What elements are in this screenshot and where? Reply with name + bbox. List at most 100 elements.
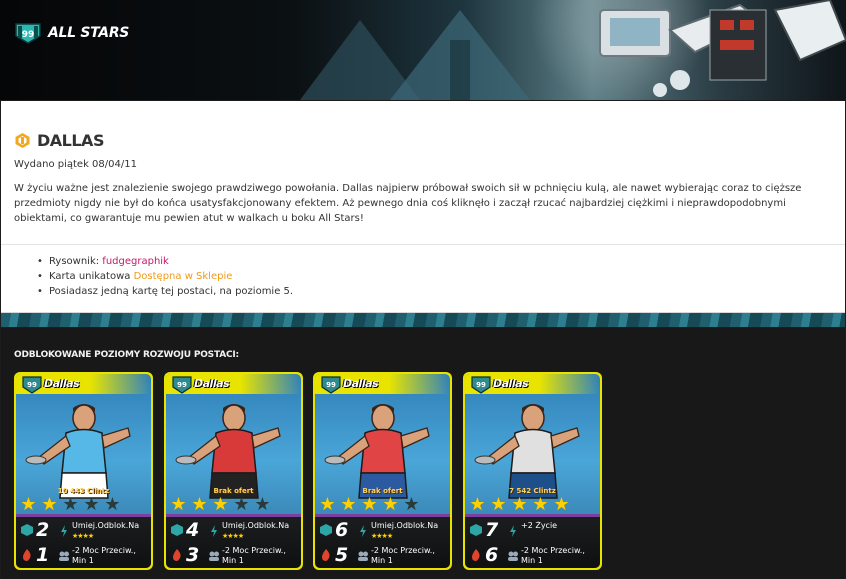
damage-value: 3 xyxy=(186,544,200,566)
levels-title: ODBLOKOWANE POZIOMY ROZWOJU POSTACI: xyxy=(14,350,239,360)
fire-icon xyxy=(173,549,181,561)
character-description: W życiu ważne jest znalezienie swojego p… xyxy=(14,183,802,224)
clan-hex-icon xyxy=(15,133,30,148)
separator-band xyxy=(1,313,845,327)
ability-stars: ★★★★ xyxy=(72,532,94,540)
rarity-stripe xyxy=(16,514,151,517)
card-art: 99 Dallas Brak ofert ★ ★ ★ ★ ★ 6 Umiej.Odblok.Na ★… xyxy=(315,374,450,568)
owned-level-item: Posiadasz jedną kartę tej postaci, na po… xyxy=(37,284,293,299)
level-star-icon: ★ xyxy=(382,494,399,515)
ability-icon xyxy=(360,525,366,537)
card-stats: 7 +2 Życie 6 -2 Moc Przeciw., Min 1 xyxy=(465,514,600,568)
shop-link[interactable]: Dostępna w Sklepie xyxy=(134,271,233,282)
level-star-icon: ★ xyxy=(212,494,229,515)
level-stars: ★ ★ ★ ★ ★ xyxy=(467,496,598,514)
rarity-stripe xyxy=(315,514,450,517)
svg-text:99: 99 xyxy=(22,30,35,40)
level-card-4[interactable]: 99 Dallas 7 542 Clintz ★ ★ ★ ★ ★ 7 +2 Życie 6 -2 Mo… xyxy=(463,372,602,570)
ability-text: Umiej.Odblok.Na ★★★★ xyxy=(72,521,150,541)
level-star-icon: ★ xyxy=(361,494,378,515)
power-row: 7 +2 Życie xyxy=(465,519,600,543)
card-art: 99 Dallas 7 542 Clintz ★ ★ ★ ★ ★ 7 +2 Życie 6 -2 Mo… xyxy=(465,374,600,568)
power-value: 2 xyxy=(36,519,50,541)
release-date: Wydano piątek 08/04/11 xyxy=(14,159,137,170)
card-stats: 6 Umiej.Odblok.Na ★★★★ 5 -2 Moc Przeciw., Min… xyxy=(315,514,450,568)
power-row: 2 Umiej.Odblok.Na ★★★★ xyxy=(16,519,151,543)
clan-power-icon xyxy=(320,524,332,536)
damage-value: 6 xyxy=(485,544,499,566)
character-name: DALLAS xyxy=(37,131,104,150)
clan-power-icon xyxy=(21,524,33,536)
clan-power-icon xyxy=(171,524,183,536)
bonus-text: -2 Moc Przeciw., Min 1 xyxy=(222,546,286,565)
power-value: 6 xyxy=(335,519,349,541)
artist-link[interactable]: fudgegraphik xyxy=(102,256,169,267)
clan-power-icon xyxy=(470,524,482,536)
character-info-panel: DALLAS Wydano piątek 08/04/11 W życiu wa… xyxy=(1,101,845,313)
level-star-icon: ★ xyxy=(490,494,507,515)
level-card-3[interactable]: 99 Dallas Brak ofert ★ ★ ★ ★ ★ 6 Umiej.Odblok.Na ★… xyxy=(313,372,452,570)
power-value: 7 xyxy=(485,519,499,541)
card-art: 99 Dallas 10 443 Clintz ★ ★ ★ ★ ★ 2 Umiej.Odblok.… xyxy=(16,374,151,568)
damage-row: 1 -2 Moc Przeciw., Min 1 xyxy=(16,544,151,568)
level-star-icon: ★ xyxy=(403,494,420,515)
ability-stars: ★★★★ xyxy=(222,532,244,540)
level-star-icon: ★ xyxy=(170,494,187,515)
damage-value: 5 xyxy=(335,544,349,566)
users-icon xyxy=(59,551,69,561)
users-icon xyxy=(508,551,518,561)
level-star-icon: ★ xyxy=(62,494,79,515)
character-heading: DALLAS xyxy=(14,131,104,150)
level-star-icon: ★ xyxy=(553,494,570,515)
header-banner: 99 ALL STARS xyxy=(0,0,846,100)
card-art: 99 Dallas Brak ofert ★ ★ ★ ★ ★ 4 Umiej.Odblok.Na ★… xyxy=(166,374,301,568)
card-item: Karta unikatowa Dostępna w Sklepie xyxy=(37,269,293,284)
ability-text: Umiej.Odblok.Na ★★★★ xyxy=(371,521,449,541)
level-star-icon: ★ xyxy=(254,494,271,515)
power-row: 6 Umiej.Odblok.Na ★★★★ xyxy=(315,519,450,543)
level-star-icon: ★ xyxy=(41,494,58,515)
power-value: 4 xyxy=(186,519,200,541)
card-stats: 4 Umiej.Odblok.Na ★★★★ 3 -2 Moc Przeciw., Min… xyxy=(166,514,301,568)
level-star-icon: ★ xyxy=(20,494,37,515)
ability-stars: ★★★★ xyxy=(371,532,393,540)
level-stars: ★ ★ ★ ★ ★ xyxy=(18,496,149,514)
ability-icon xyxy=(211,525,217,537)
card-stats: 2 Umiej.Odblok.Na ★★★★ 1 -2 Moc Przeciw., Min… xyxy=(16,514,151,568)
level-star-icon: ★ xyxy=(340,494,357,515)
ability-text: Umiej.Odblok.Na ★★★★ xyxy=(222,521,300,541)
damage-row: 6 -2 Moc Przeciw., Min 1 xyxy=(465,544,600,568)
level-star-icon: ★ xyxy=(532,494,549,515)
bonus-text: -2 Moc Przeciw., Min 1 xyxy=(72,546,136,565)
ability-text: +2 Życie xyxy=(521,521,558,530)
fire-icon xyxy=(322,549,330,561)
power-row: 4 Umiej.Odblok.Na ★★★★ xyxy=(166,519,301,543)
fire-icon xyxy=(472,549,480,561)
character-details-list: Rysownik: fudgegraphik Karta unikatowa D… xyxy=(37,254,293,299)
bonus-text: -2 Moc Przeciw., Min 1 xyxy=(521,546,585,565)
levels-section: ODBLOKOWANE POZIOMY ROZWOJU POSTACI: 99 D… xyxy=(1,328,845,579)
banner-artwork xyxy=(599,0,846,97)
damage-value: 1 xyxy=(36,544,50,566)
level-star-icon: ★ xyxy=(319,494,336,515)
level-stars: ★ ★ ★ ★ ★ xyxy=(317,496,448,514)
level-card-1[interactable]: 99 Dallas 10 443 Clintz ★ ★ ★ ★ ★ 2 Umiej.Odblok.… xyxy=(14,372,153,570)
level-star-icon: ★ xyxy=(469,494,486,515)
level-star-icon: ★ xyxy=(191,494,208,515)
ability-icon xyxy=(61,525,67,537)
level-star-icon: ★ xyxy=(83,494,100,515)
level-star-icon: ★ xyxy=(104,494,121,515)
fire-icon xyxy=(23,549,31,561)
level-stars: ★ ★ ★ ★ ★ xyxy=(168,496,299,514)
banner-building-art xyxy=(300,10,530,100)
damage-row: 3 -2 Moc Przeciw., Min 1 xyxy=(166,544,301,568)
clan-logo[interactable]: 99 ALL STARS xyxy=(14,22,129,44)
rarity-stripe xyxy=(465,514,600,517)
bonus-text: -2 Moc Przeciw., Min 1 xyxy=(371,546,435,565)
clan-name[interactable]: ALL STARS xyxy=(48,25,129,41)
level-star-icon: ★ xyxy=(511,494,528,515)
users-icon xyxy=(209,551,219,561)
artist-item: Rysownik: fudgegraphik xyxy=(37,254,293,269)
clan-badge-icon: 99 xyxy=(15,23,41,44)
level-card-2[interactable]: 99 Dallas Brak ofert ★ ★ ★ ★ ★ 4 Umiej.Odblok.Na ★… xyxy=(164,372,303,570)
